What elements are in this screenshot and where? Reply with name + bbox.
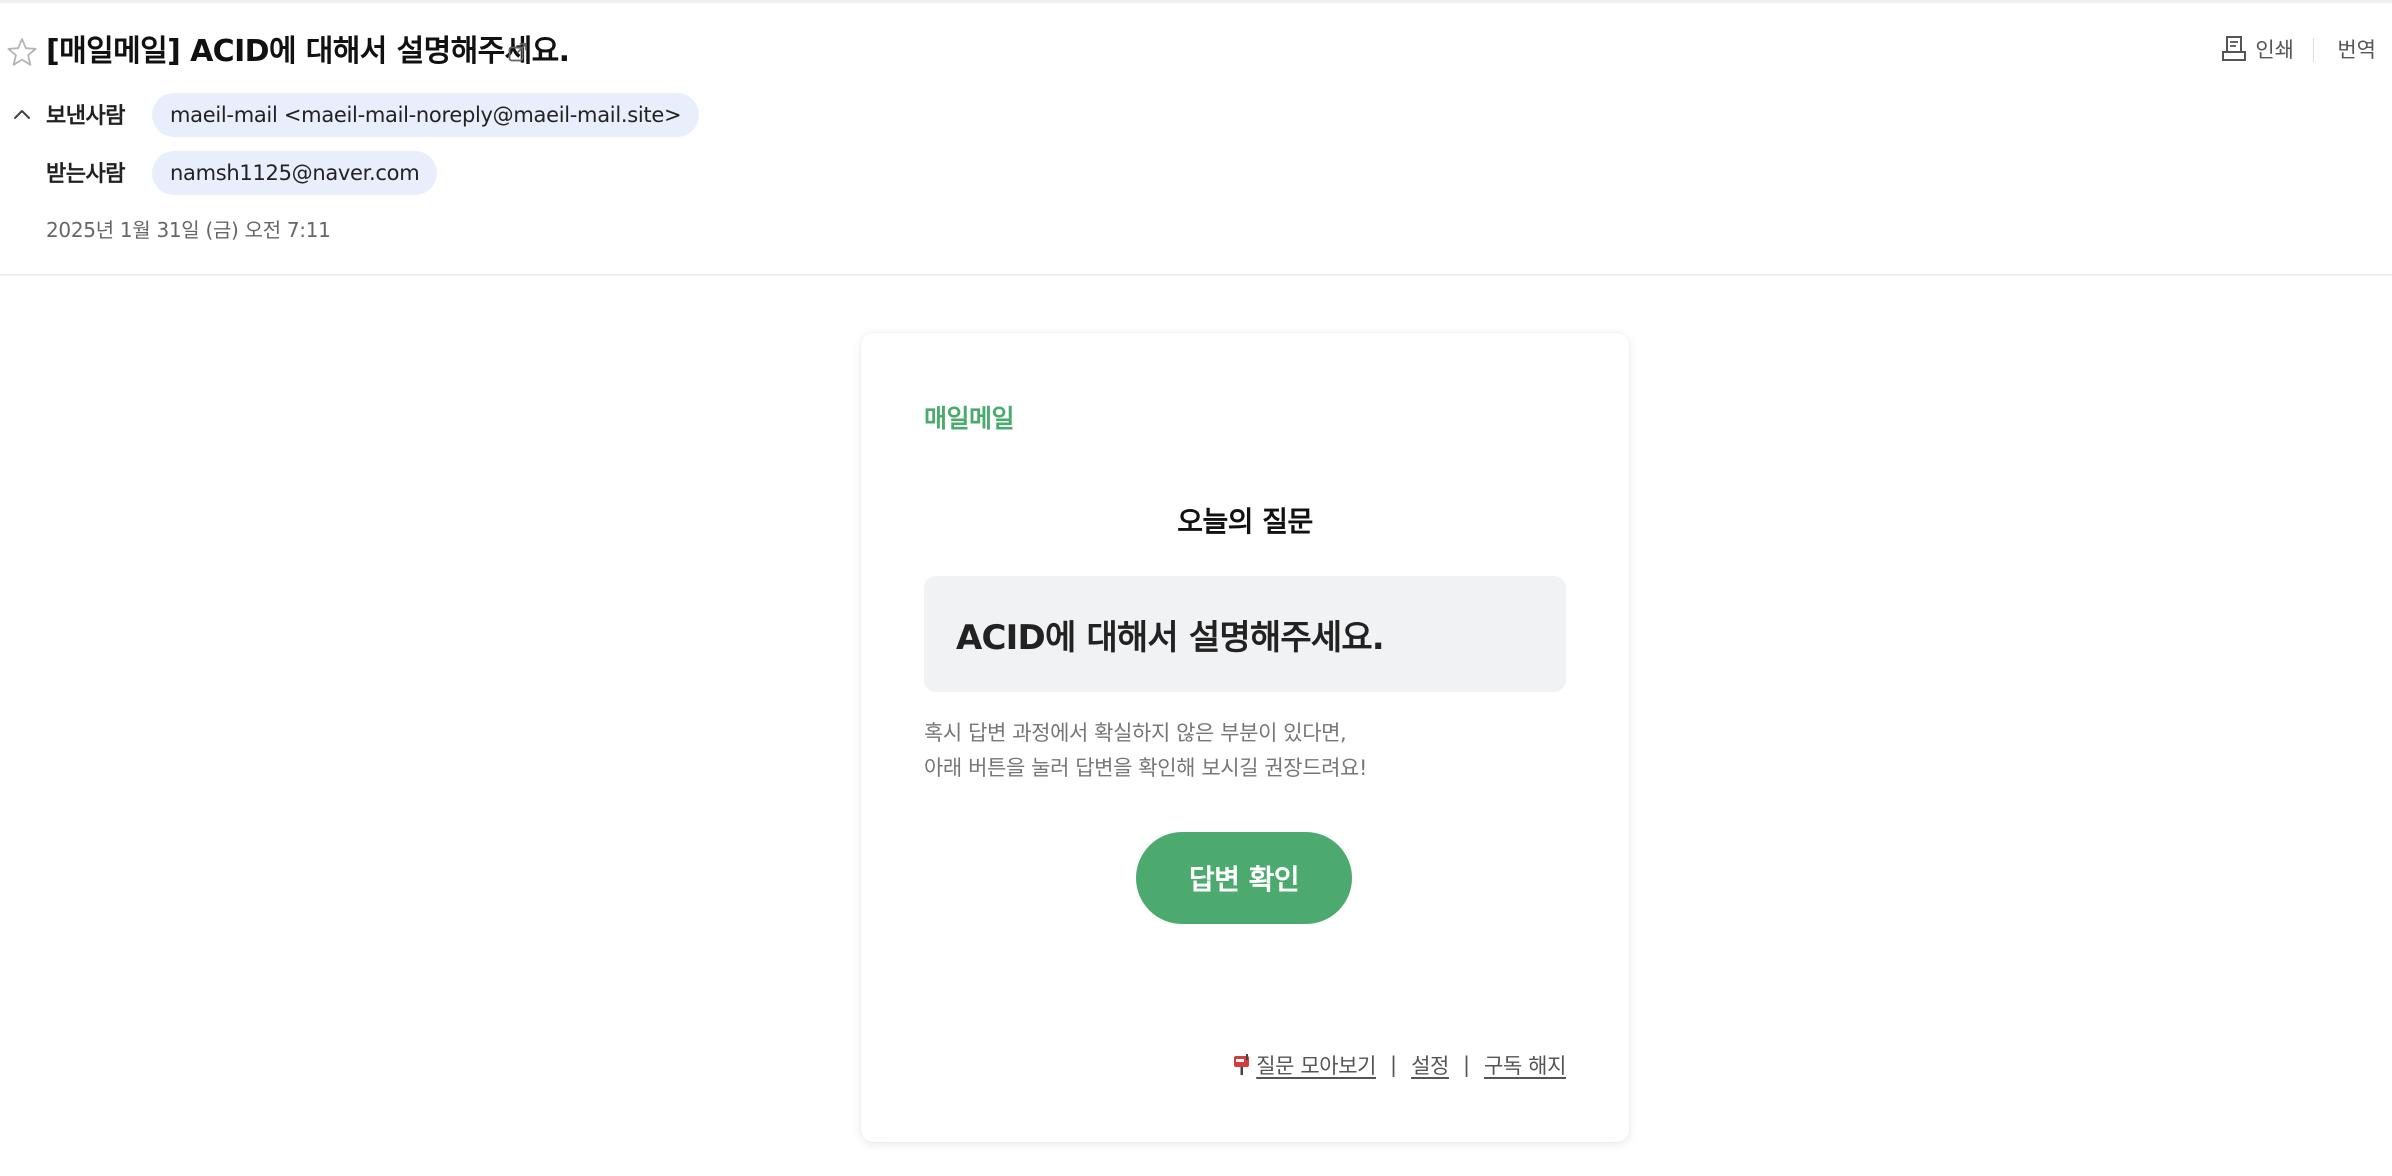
external-link-icon[interactable] <box>507 41 529 63</box>
email-content-card: 매일메일 오늘의 질문 ACID에 대해서 설명해주세요. 혹시 답변 과정에서… <box>861 333 1629 1142</box>
toolbar-divider <box>2313 38 2314 62</box>
brand-logo-text: 매일메일 <box>924 404 1015 433</box>
footer-link-settings[interactable]: 설정 <box>1411 1050 1449 1080</box>
question-text: ACID에 대해서 설명해주세요. <box>956 617 1385 658</box>
mail-header: [매일메일] ACID에 대해서 설명해주세요. 인쇄 번역 보낸사람 maei… <box>0 0 2392 276</box>
recipient-chip[interactable]: namsh1125@naver.com <box>152 151 438 195</box>
guide-line-2: 아래 버튼을 눌러 답변을 확인해 보시길 권장드려요! <box>924 756 1367 780</box>
print-label: 인쇄 <box>2255 38 2294 62</box>
to-label: 받는사람 <box>46 162 125 187</box>
check-answer-button[interactable]: 답변 확인 <box>1136 832 1352 924</box>
footer-links: 질문 모아보기 | 설정 | 구독 해지 <box>1232 1050 1566 1080</box>
question-box: ACID에 대해서 설명해주세요. <box>924 576 1566 692</box>
footer-link-questions[interactable]: 질문 모아보기 <box>1256 1050 1376 1080</box>
sender-chip[interactable]: maeil-mail <maeil-mail-noreply@maeil-mai… <box>152 93 700 137</box>
star-icon[interactable] <box>6 36 38 68</box>
from-label: 보낸사람 <box>46 104 125 129</box>
guide-text: 혹시 답변 과정에서 확실하지 않은 부분이 있다면, 아래 버튼을 눌러 답변… <box>924 716 1367 786</box>
sent-date: 2025년 1월 31일 (금) 오전 7:11 <box>46 218 331 242</box>
print-icon <box>2222 36 2247 61</box>
mailbox-icon <box>1234 1054 1250 1075</box>
footer-link-unsubscribe[interactable]: 구독 해지 <box>1484 1050 1566 1080</box>
mail-subject: [매일메일] ACID에 대해서 설명해주세요. <box>46 34 570 69</box>
footer-separator: | <box>1390 1053 1398 1077</box>
footer-separator: | <box>1462 1053 1471 1077</box>
chevron-up-icon[interactable] <box>11 104 33 126</box>
guide-line-1: 혹시 답변 과정에서 확실하지 않은 부분이 있다면, <box>924 721 1347 745</box>
translate-button[interactable]: 번역 <box>2337 34 2376 64</box>
section-title: 오늘의 질문 <box>1177 505 1313 538</box>
print-button[interactable]: 인쇄 <box>2221 34 2294 64</box>
